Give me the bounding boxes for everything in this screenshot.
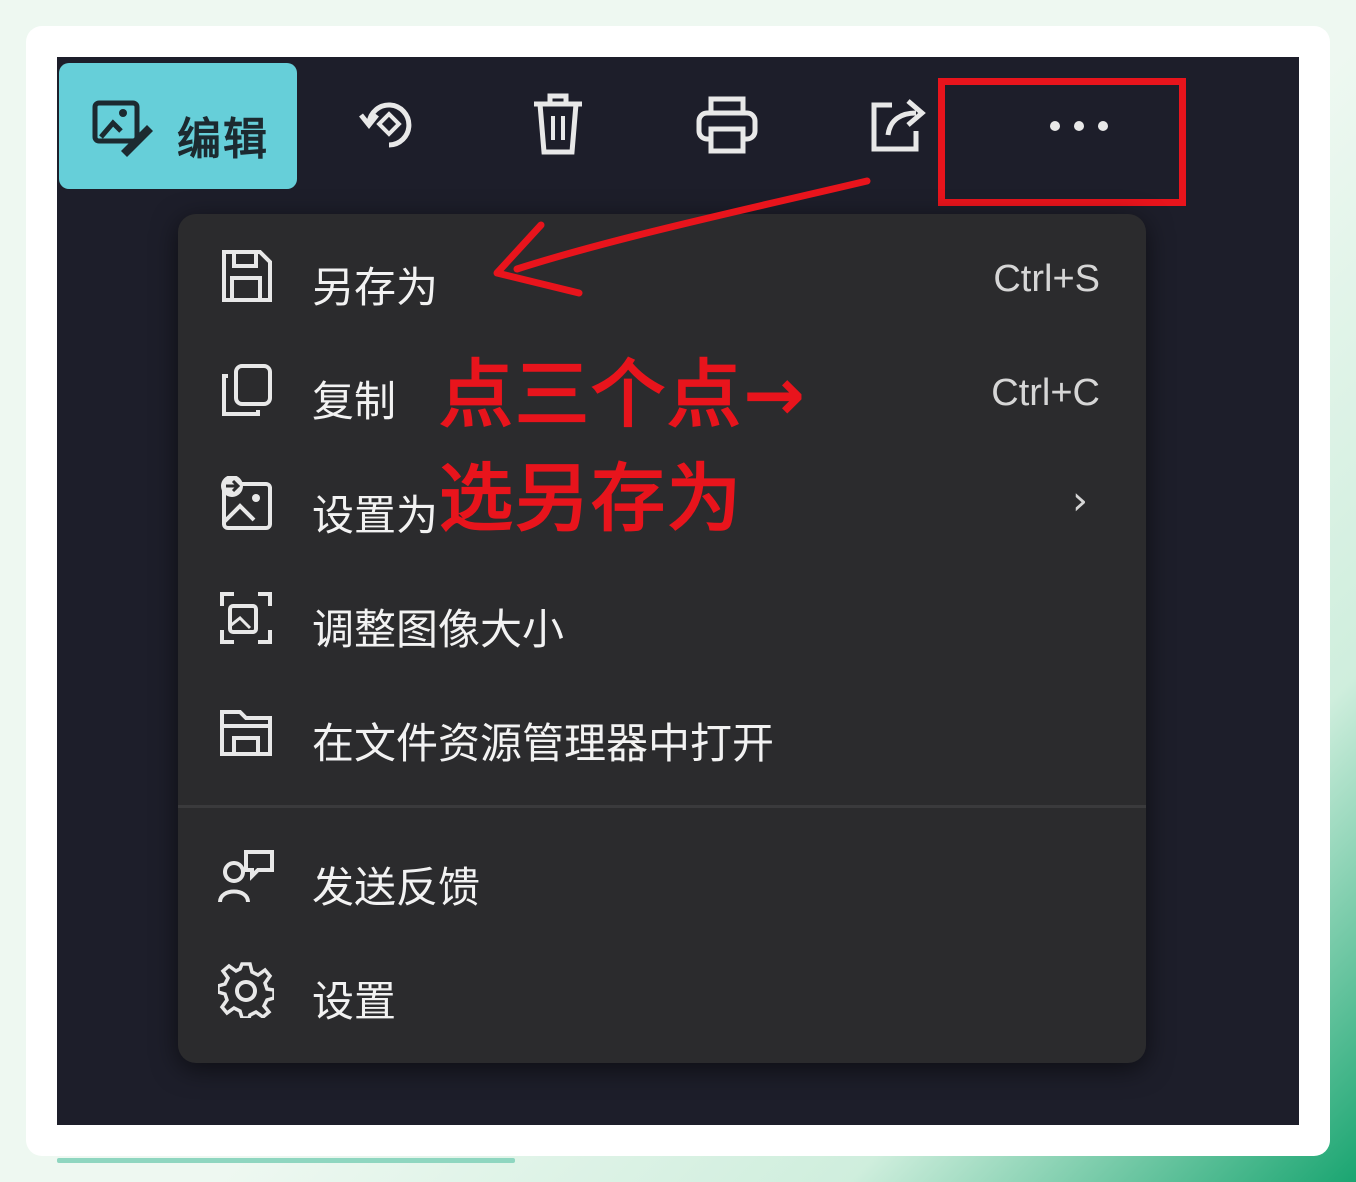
annotation-text-line2: 选另存为 bbox=[439, 456, 743, 542]
progress-bar bbox=[57, 1158, 515, 1163]
photos-app-window: 编辑 另存为 Ctrl+S 复制 Ctrl+C 设置为 › 调整图像大小 在文件… bbox=[57, 57, 1299, 1125]
annotation-text-line1: 点三个点→ bbox=[439, 352, 808, 438]
annotation-arrow bbox=[493, 177, 871, 297]
